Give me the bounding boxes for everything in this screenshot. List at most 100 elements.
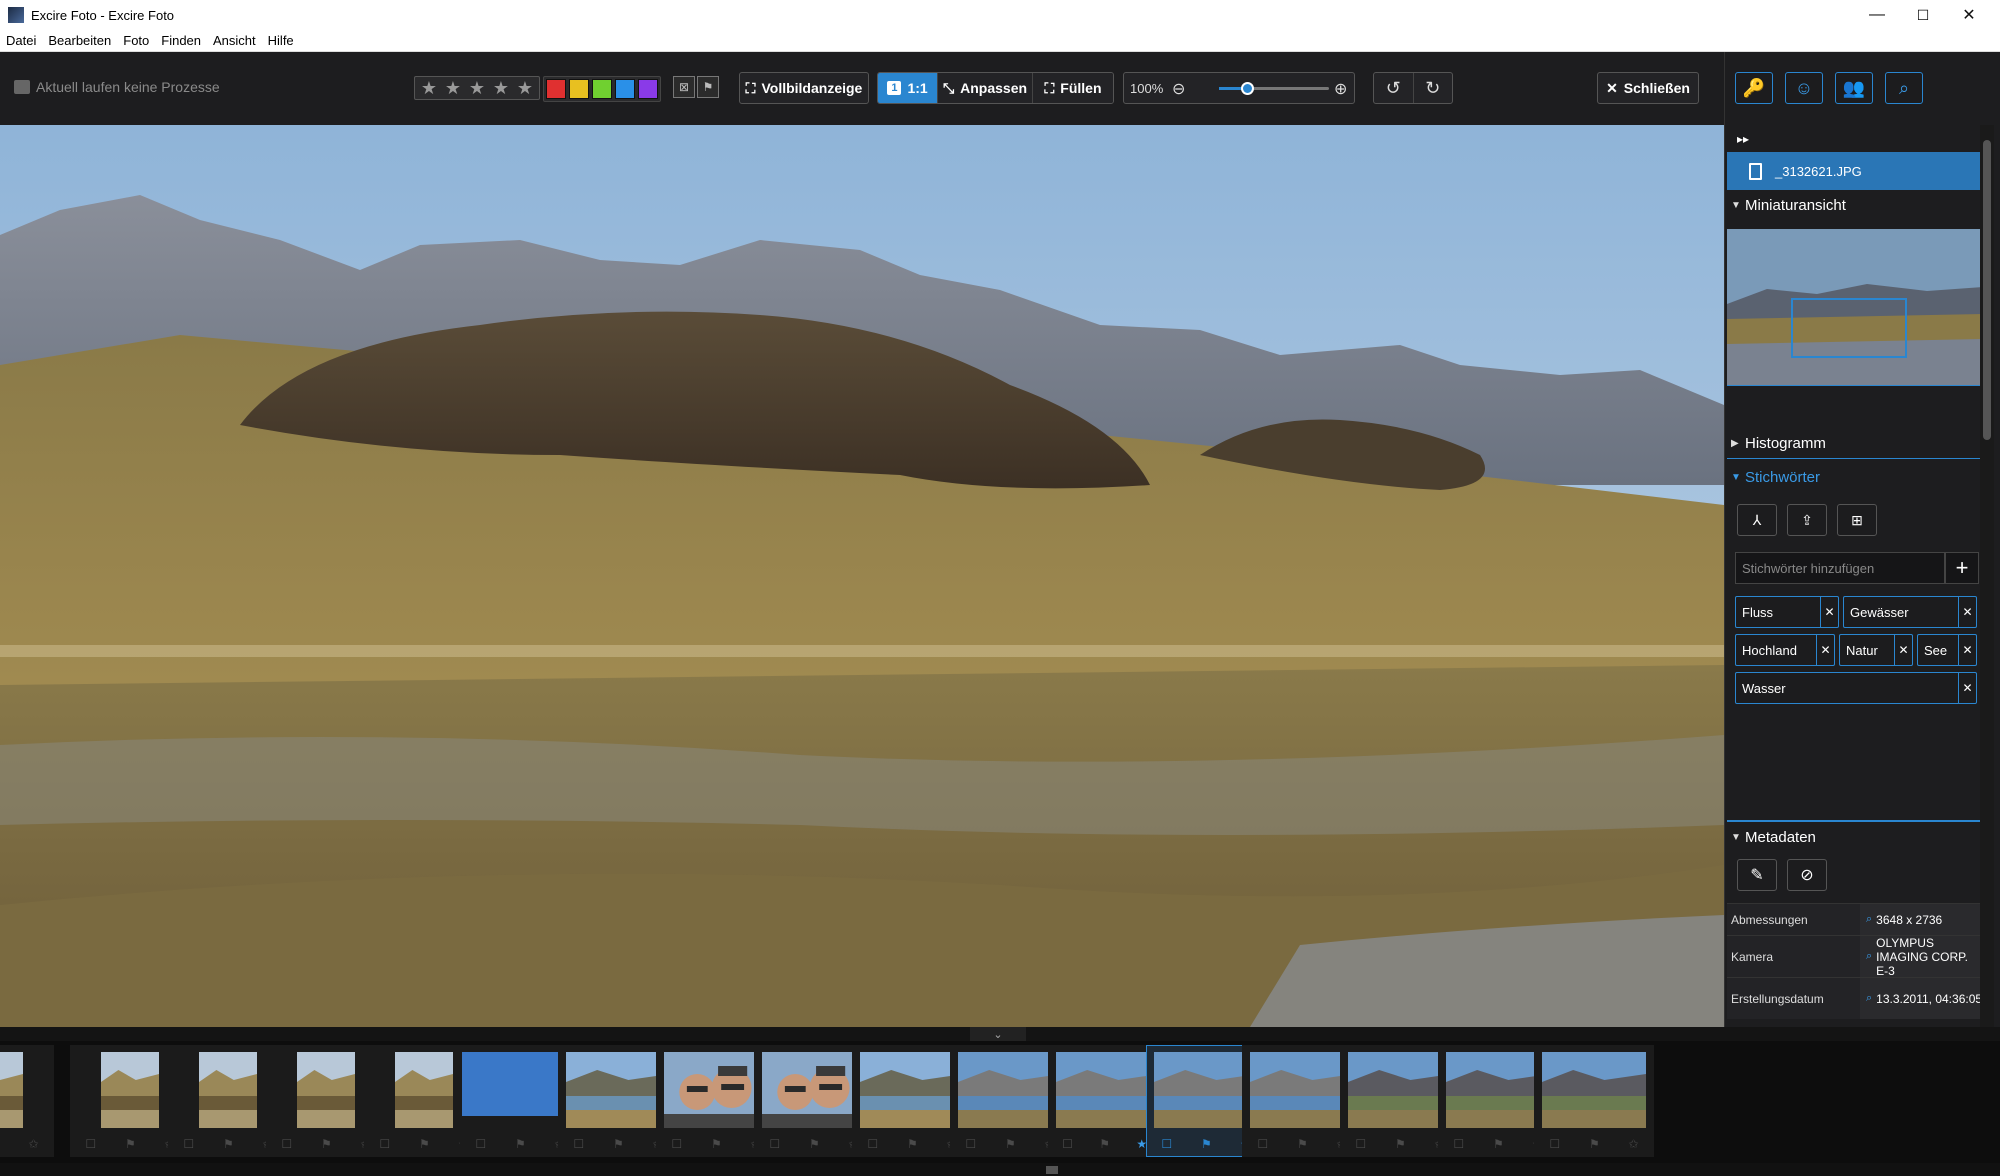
pick-flag-icon[interactable]: ⚑ [1589,1137,1600,1151]
reject-flag-icon[interactable]: ☐ [1549,1137,1560,1151]
pick-flag-icon[interactable]: ⚑ [613,1137,624,1151]
remove-tag-icon[interactable]: ✕ [1820,597,1838,627]
menu-ansicht[interactable]: Ansicht [213,33,256,48]
right-panel-scrollbar[interactable] [1980,125,1994,1027]
face-mode-icon[interactable]: ☺ [1785,72,1823,104]
color-label-red[interactable] [546,79,566,99]
reject-flag-icon[interactable]: ☐ [1355,1137,1366,1151]
reject-flag-icon[interactable]: ⊠ [673,76,695,98]
zoom-out-icon[interactable]: ⊖ [1172,79,1185,99]
reject-flag-icon[interactable]: ☐ [867,1137,878,1151]
pick-flag-icon[interactable]: ⚑ [1005,1137,1016,1151]
star-5-icon[interactable]: ★ [513,78,537,98]
reject-flag-icon[interactable]: ☐ [965,1137,976,1151]
scrollbar-thumb[interactable] [1046,1166,1058,1174]
pick-flag-icon[interactable]: ⚑ [223,1137,234,1151]
remove-tag-icon[interactable]: ✕ [1894,635,1912,665]
keyword-upload-icon[interactable]: ⇪ [1787,504,1827,536]
scrollbar-thumb[interactable] [1983,140,1991,440]
color-label-green[interactable] [592,79,612,99]
pick-flag-icon[interactable]: ⚑ [419,1137,430,1151]
close-window-button[interactable]: ✕ [1946,0,1992,30]
reject-flag-icon[interactable]: ☐ [281,1137,292,1151]
pick-flag-icon[interactable]: ⚑ [125,1137,136,1151]
search-icon[interactable]: ⌕ [1866,913,1872,926]
menu-finden[interactable]: Finden [161,33,201,48]
edit-metadata-icon[interactable]: ✎ [1737,859,1777,891]
star-1-icon[interactable]: ★ [417,78,441,98]
color-label-blue[interactable] [615,79,635,99]
pick-flag-icon[interactable]: ⚑ [1493,1137,1504,1151]
reject-flag-icon[interactable]: ☐ [85,1137,96,1151]
pick-flag-icon[interactable]: ⚑ [515,1137,526,1151]
remove-tag-icon[interactable]: ✕ [1958,597,1976,627]
file-header[interactable]: _3132621.JPG [1727,152,1983,190]
reject-flag-icon[interactable]: ☐ [183,1137,194,1151]
reject-flag-icon[interactable]: ☐ [1257,1137,1268,1151]
rotate-left-icon[interactable]: ↺ [1374,73,1414,103]
color-label-purple[interactable] [638,79,658,99]
pick-flag-icon[interactable]: ⚑ [1395,1137,1406,1151]
search-mode-icon[interactable]: ⌕ [1885,72,1923,104]
search-icon[interactable]: ⌕ [1866,950,1872,963]
keyword-input[interactable]: Stichwörter hinzufügen [1735,552,1945,584]
rotate-right-icon[interactable]: ↻ [1414,73,1453,103]
menu-bearbeiten[interactable]: Bearbeiten [48,33,111,48]
menu-datei[interactable]: Datei [6,33,36,48]
search-icon[interactable]: ⌕ [1866,992,1872,1005]
remove-tag-icon[interactable]: ✕ [1958,673,1976,703]
pick-flag-icon[interactable]: ⚑ [1297,1137,1308,1151]
fullscreen-button[interactable]: ⛶ Vollbildanzeige [739,72,869,104]
pick-flag-icon[interactable]: ⚑ [711,1137,722,1151]
pick-flag-icon[interactable]: ⚑ [1099,1137,1110,1151]
section-keywords[interactable]: ▼ Stichwörter [1727,464,1983,490]
maximize-button[interactable]: ☐ [1900,0,1946,30]
pick-flag-icon[interactable]: ⚑ [697,76,719,98]
reject-flag-icon[interactable]: ☐ [1453,1137,1464,1151]
collapse-filmstrip-icon[interactable]: ⌄ [970,1027,1026,1041]
star-4-icon[interactable]: ★ [489,78,513,98]
reject-flag-icon[interactable]: ☐ [671,1137,682,1151]
keyword-add-icon[interactable]: ⊞ [1837,504,1877,536]
reject-flag-icon[interactable]: ☐ [573,1137,584,1151]
pick-flag-icon[interactable]: ⚑ [321,1137,332,1151]
keywords-mode-icon[interactable]: 🔑 [1735,72,1773,104]
section-metadata[interactable]: ▼ Metadaten [1727,824,1983,850]
zoom-in-icon[interactable]: ⊕ [1334,79,1347,99]
close-view-button[interactable]: ✕ Schließen [1597,72,1699,104]
menu-hilfe[interactable]: Hilfe [268,33,294,48]
star-3-icon[interactable]: ★ [465,78,489,98]
filmstrip-thumbnail[interactable]: ☐ ⚑ ✩ [1534,1045,1654,1157]
remove-tag-icon[interactable]: ✕ [1958,635,1976,665]
star-2-icon[interactable]: ★ [441,78,465,98]
minimize-button[interactable]: — [1854,0,1900,30]
collapse-panel-icon[interactable]: ▸▸ [1737,132,1749,146]
section-thumbnail[interactable]: ▼ Miniaturansicht [1727,192,1983,218]
remove-tag-icon[interactable]: ✕ [1816,635,1834,665]
pick-flag-icon[interactable]: ⚑ [1201,1137,1212,1151]
main-photo[interactable] [0,125,1724,1027]
color-label-yellow[interactable] [569,79,589,99]
reject-flag-icon[interactable]: ☐ [1062,1137,1073,1151]
pick-flag-icon[interactable]: ⚑ [809,1137,820,1151]
thumbnail-preview[interactable] [1727,229,1983,386]
reject-flag-icon[interactable]: ☐ [1161,1137,1172,1151]
filmstrip-thumbnail[interactable]: ☐ ⚑ ✩ [0,1045,54,1157]
one-to-one-button[interactable]: 1 1:1 [878,73,938,103]
reject-flag-icon[interactable]: ☐ [475,1137,486,1151]
fit-button[interactable]: ⤡ Anpassen [938,73,1033,103]
star-icon[interactable]: ✩ [1629,1137,1639,1151]
add-keyword-button[interactable]: + [1945,552,1979,584]
keyword-tree-icon[interactable]: ⅄ [1737,504,1777,536]
hide-metadata-icon[interactable]: ⊘ [1787,859,1827,891]
filmstrip-scrollbar[interactable] [0,1163,2000,1176]
section-histogram[interactable]: ▶ Histogramm [1727,430,1983,456]
menu-foto[interactable]: Foto [123,33,149,48]
reject-flag-icon[interactable]: ☐ [769,1137,780,1151]
reject-flag-icon[interactable]: ☐ [379,1137,390,1151]
zoom-slider-handle[interactable] [1240,82,1254,95]
star-icon[interactable]: ✩ [29,1137,39,1151]
pick-flag-icon[interactable]: ⚑ [907,1137,918,1151]
people-mode-icon[interactable]: 👥 [1835,72,1873,104]
fill-button[interactable]: ⛶ Füllen [1033,73,1113,103]
